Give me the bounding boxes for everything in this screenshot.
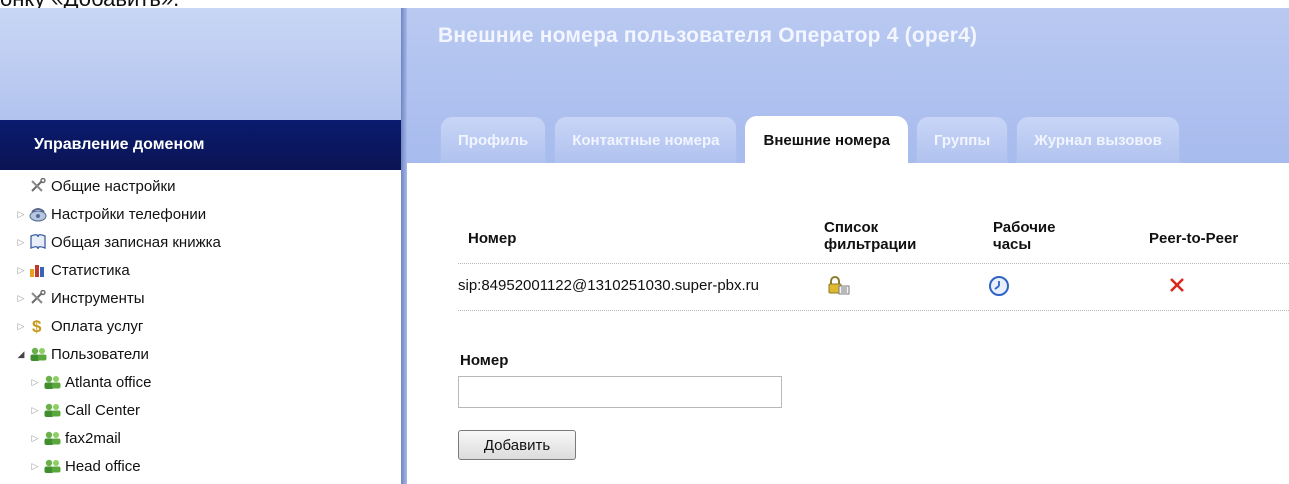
users-icon <box>42 457 62 475</box>
users-icon <box>42 429 62 447</box>
statistics-icon <box>28 261 48 279</box>
page-caption-fragment: онку «Добавить». <box>0 0 400 8</box>
sidebar-tree: Общие настройки ▷ Настройки телефонии ▷ Обща… <box>0 172 401 480</box>
sidebar-item[interactable]: ▷ Настройки телефонии <box>0 200 401 228</box>
collapse-arrow-icon[interactable]: ▷ <box>30 405 40 416</box>
svg-text:$: $ <box>32 317 42 335</box>
address-book-icon <box>28 233 48 251</box>
sidebar-item[interactable]: ▷ fax2mail <box>0 424 401 452</box>
sidebar-item-label: fax2mail <box>65 429 121 447</box>
sidebar-item[interactable]: Общие настройки <box>0 172 401 200</box>
cell-number: sip:84952001122@1310251030.super-pbx.ru <box>458 277 760 294</box>
cross-icon[interactable] <box>1169 277 1185 297</box>
sidebar-item[interactable]: ▷ Head office <box>0 452 401 480</box>
sidebar-item-label: Оплата услуг <box>51 317 144 335</box>
collapse-arrow-icon[interactable]: ▷ <box>30 433 40 444</box>
tab-external-numbers[interactable]: Внешние номера <box>745 116 908 163</box>
collapse-arrow-icon[interactable]: ▷ <box>16 321 26 332</box>
tools-icon <box>28 289 48 307</box>
sidebar-item[interactable]: ▷ Atlanta office <box>0 368 401 396</box>
collapse-arrow-icon[interactable]: ▷ <box>16 293 26 304</box>
collapse-arrow-icon[interactable]: ▷ <box>30 377 40 388</box>
column-header-filter: Список фильтрации <box>824 219 916 253</box>
number-input[interactable] <box>458 376 782 408</box>
tab-call-log[interactable]: Журнал вызовов <box>1016 116 1180 163</box>
collapse-arrow-icon[interactable]: ▷ <box>16 209 26 220</box>
table-row: sip:84952001122@1310251030.super-pbx.ru <box>458 264 1289 311</box>
tab-profile[interactable]: Профиль <box>440 116 547 163</box>
tab-contact-numbers[interactable]: Контактные номера <box>554 116 738 163</box>
column-header-hours-line1: Рабочие <box>993 219 1056 236</box>
column-header-filter-line2: фильтрации <box>824 236 917 253</box>
sidebar-item[interactable]: ◢ Пользователи <box>0 340 401 368</box>
collapse-arrow-icon[interactable]: ▷ <box>16 265 26 276</box>
sidebar-item[interactable]: ▷ $ Оплата услуг <box>0 312 401 340</box>
collapse-arrow-icon[interactable]: ▷ <box>16 237 26 248</box>
sidebar-item-label: Инструменты <box>51 289 145 307</box>
tab-groups[interactable]: Группы <box>915 116 1009 163</box>
sidebar-item-label: Статистика <box>51 261 130 279</box>
sidebar-banner <box>0 8 401 120</box>
sidebar-item-label: Call Center <box>65 401 141 419</box>
clock-icon[interactable] <box>988 275 1010 301</box>
tools-icon <box>28 177 48 195</box>
sidebar-item-label: Настройки телефонии <box>51 205 207 223</box>
add-button[interactable]: Добавить <box>458 430 576 460</box>
sidebar-item-label: Head office <box>65 457 141 475</box>
collapse-arrow-icon[interactable]: ▷ <box>30 461 40 472</box>
sidebar-item-label: Общая записная книжка <box>51 233 221 251</box>
table-header: Номер Список фильтрации Рабочие часы Pee… <box>458 213 1289 264</box>
column-header-filter-line1: Список <box>824 219 879 236</box>
column-header-p2p: Peer-to-Peer <box>1149 230 1239 247</box>
sidebar-header: Управление доменом <box>0 120 401 170</box>
external-numbers-table: Номер Список фильтрации Рабочие часы Pee… <box>458 213 1289 311</box>
users-icon <box>42 401 62 419</box>
sidebar-item[interactable]: ▷ Статистика <box>0 256 401 284</box>
lock-icon[interactable] <box>826 275 850 299</box>
column-header-hours: Рабочие часы <box>993 219 1055 253</box>
column-header-hours-line2: часы <box>993 236 1032 253</box>
sidebar-item[interactable]: ▷ Call Center <box>0 396 401 424</box>
users-icon <box>42 373 62 391</box>
dollar-icon: $ <box>28 317 48 335</box>
sidebar-item-label: Общие настройки <box>51 177 176 195</box>
sidebar-item[interactable]: ▷ Общая записная книжка <box>0 228 401 256</box>
sidebar-item-label: Atlanta office <box>65 373 152 391</box>
telephony-icon <box>28 205 48 223</box>
sidebar-item-label: Пользователи <box>51 345 149 363</box>
page-title: Внешние номера пользователя Оператор 4 (… <box>438 24 978 47</box>
users-icon <box>28 345 48 363</box>
sidebar-item[interactable]: ▷ Инструменты <box>0 284 401 312</box>
tab-bar: Профиль Контактные номера Внешние номера… <box>440 116 1188 163</box>
number-field-label: Номер <box>460 352 509 369</box>
expand-arrow-icon[interactable]: ◢ <box>16 349 26 360</box>
column-header-number: Номер <box>468 230 517 247</box>
